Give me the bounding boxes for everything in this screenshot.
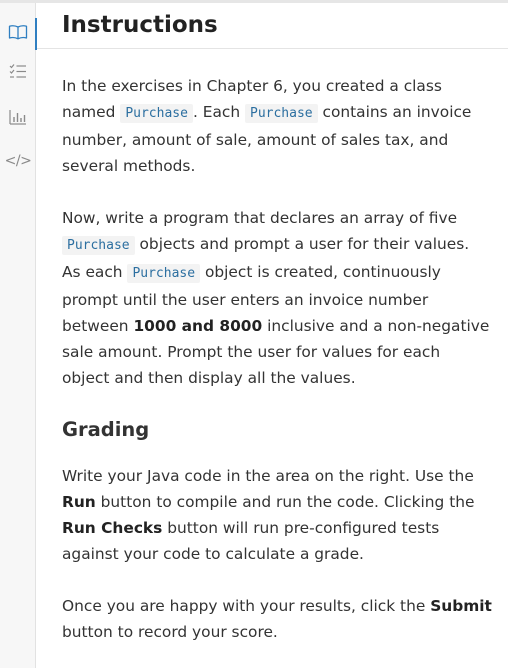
task-text-1: Now, write a program that declares an ar… (62, 209, 458, 227)
grades-tab[interactable] (0, 101, 36, 133)
bar-chart-icon (9, 109, 27, 125)
instructions-tab[interactable] (0, 16, 37, 50)
intro-paragraph: In the exercises in Chapter 6, you creat… (62, 73, 492, 179)
sidebar-rail: </> (0, 3, 37, 668)
submit-text-1: Once you are happy with your results, cl… (62, 597, 431, 615)
code-purchase: Purchase (127, 264, 201, 283)
book-icon (8, 24, 28, 40)
invoice-range: 1000 and 8000 (133, 317, 263, 335)
code-purchase: Purchase (245, 104, 318, 123)
run-checks-label: Run Checks (62, 519, 163, 537)
intro-text-2: . Each (192, 103, 245, 121)
run-label: Run (62, 493, 96, 511)
submit-paragraph: Once you are happy with your results, cl… (62, 593, 492, 645)
submit-label: Submit (430, 597, 492, 615)
instructions-body: In the exercises in Chapter 6, you creat… (62, 73, 492, 668)
grading-paragraph: Write your Java code in the area on the … (62, 463, 492, 567)
code-purchase: Purchase (62, 236, 135, 255)
code-tab[interactable]: </> (0, 145, 36, 177)
grading-text-1: Write your Java code in the area on the … (62, 467, 474, 485)
checklist-tab[interactable] (0, 55, 36, 87)
code-purchase: Purchase (120, 104, 193, 123)
task-paragraph: Now, write a program that declares an ar… (62, 205, 492, 391)
page-title: Instructions (62, 12, 218, 38)
grading-text-2: button to compile and run the code. Clic… (95, 493, 475, 511)
grading-heading: Grading (62, 418, 150, 441)
code-icon: </> (4, 153, 32, 169)
submit-text-2: button to record your score. (62, 623, 278, 641)
checklist-icon (9, 63, 27, 79)
instructions-header: Instructions (37, 3, 508, 49)
